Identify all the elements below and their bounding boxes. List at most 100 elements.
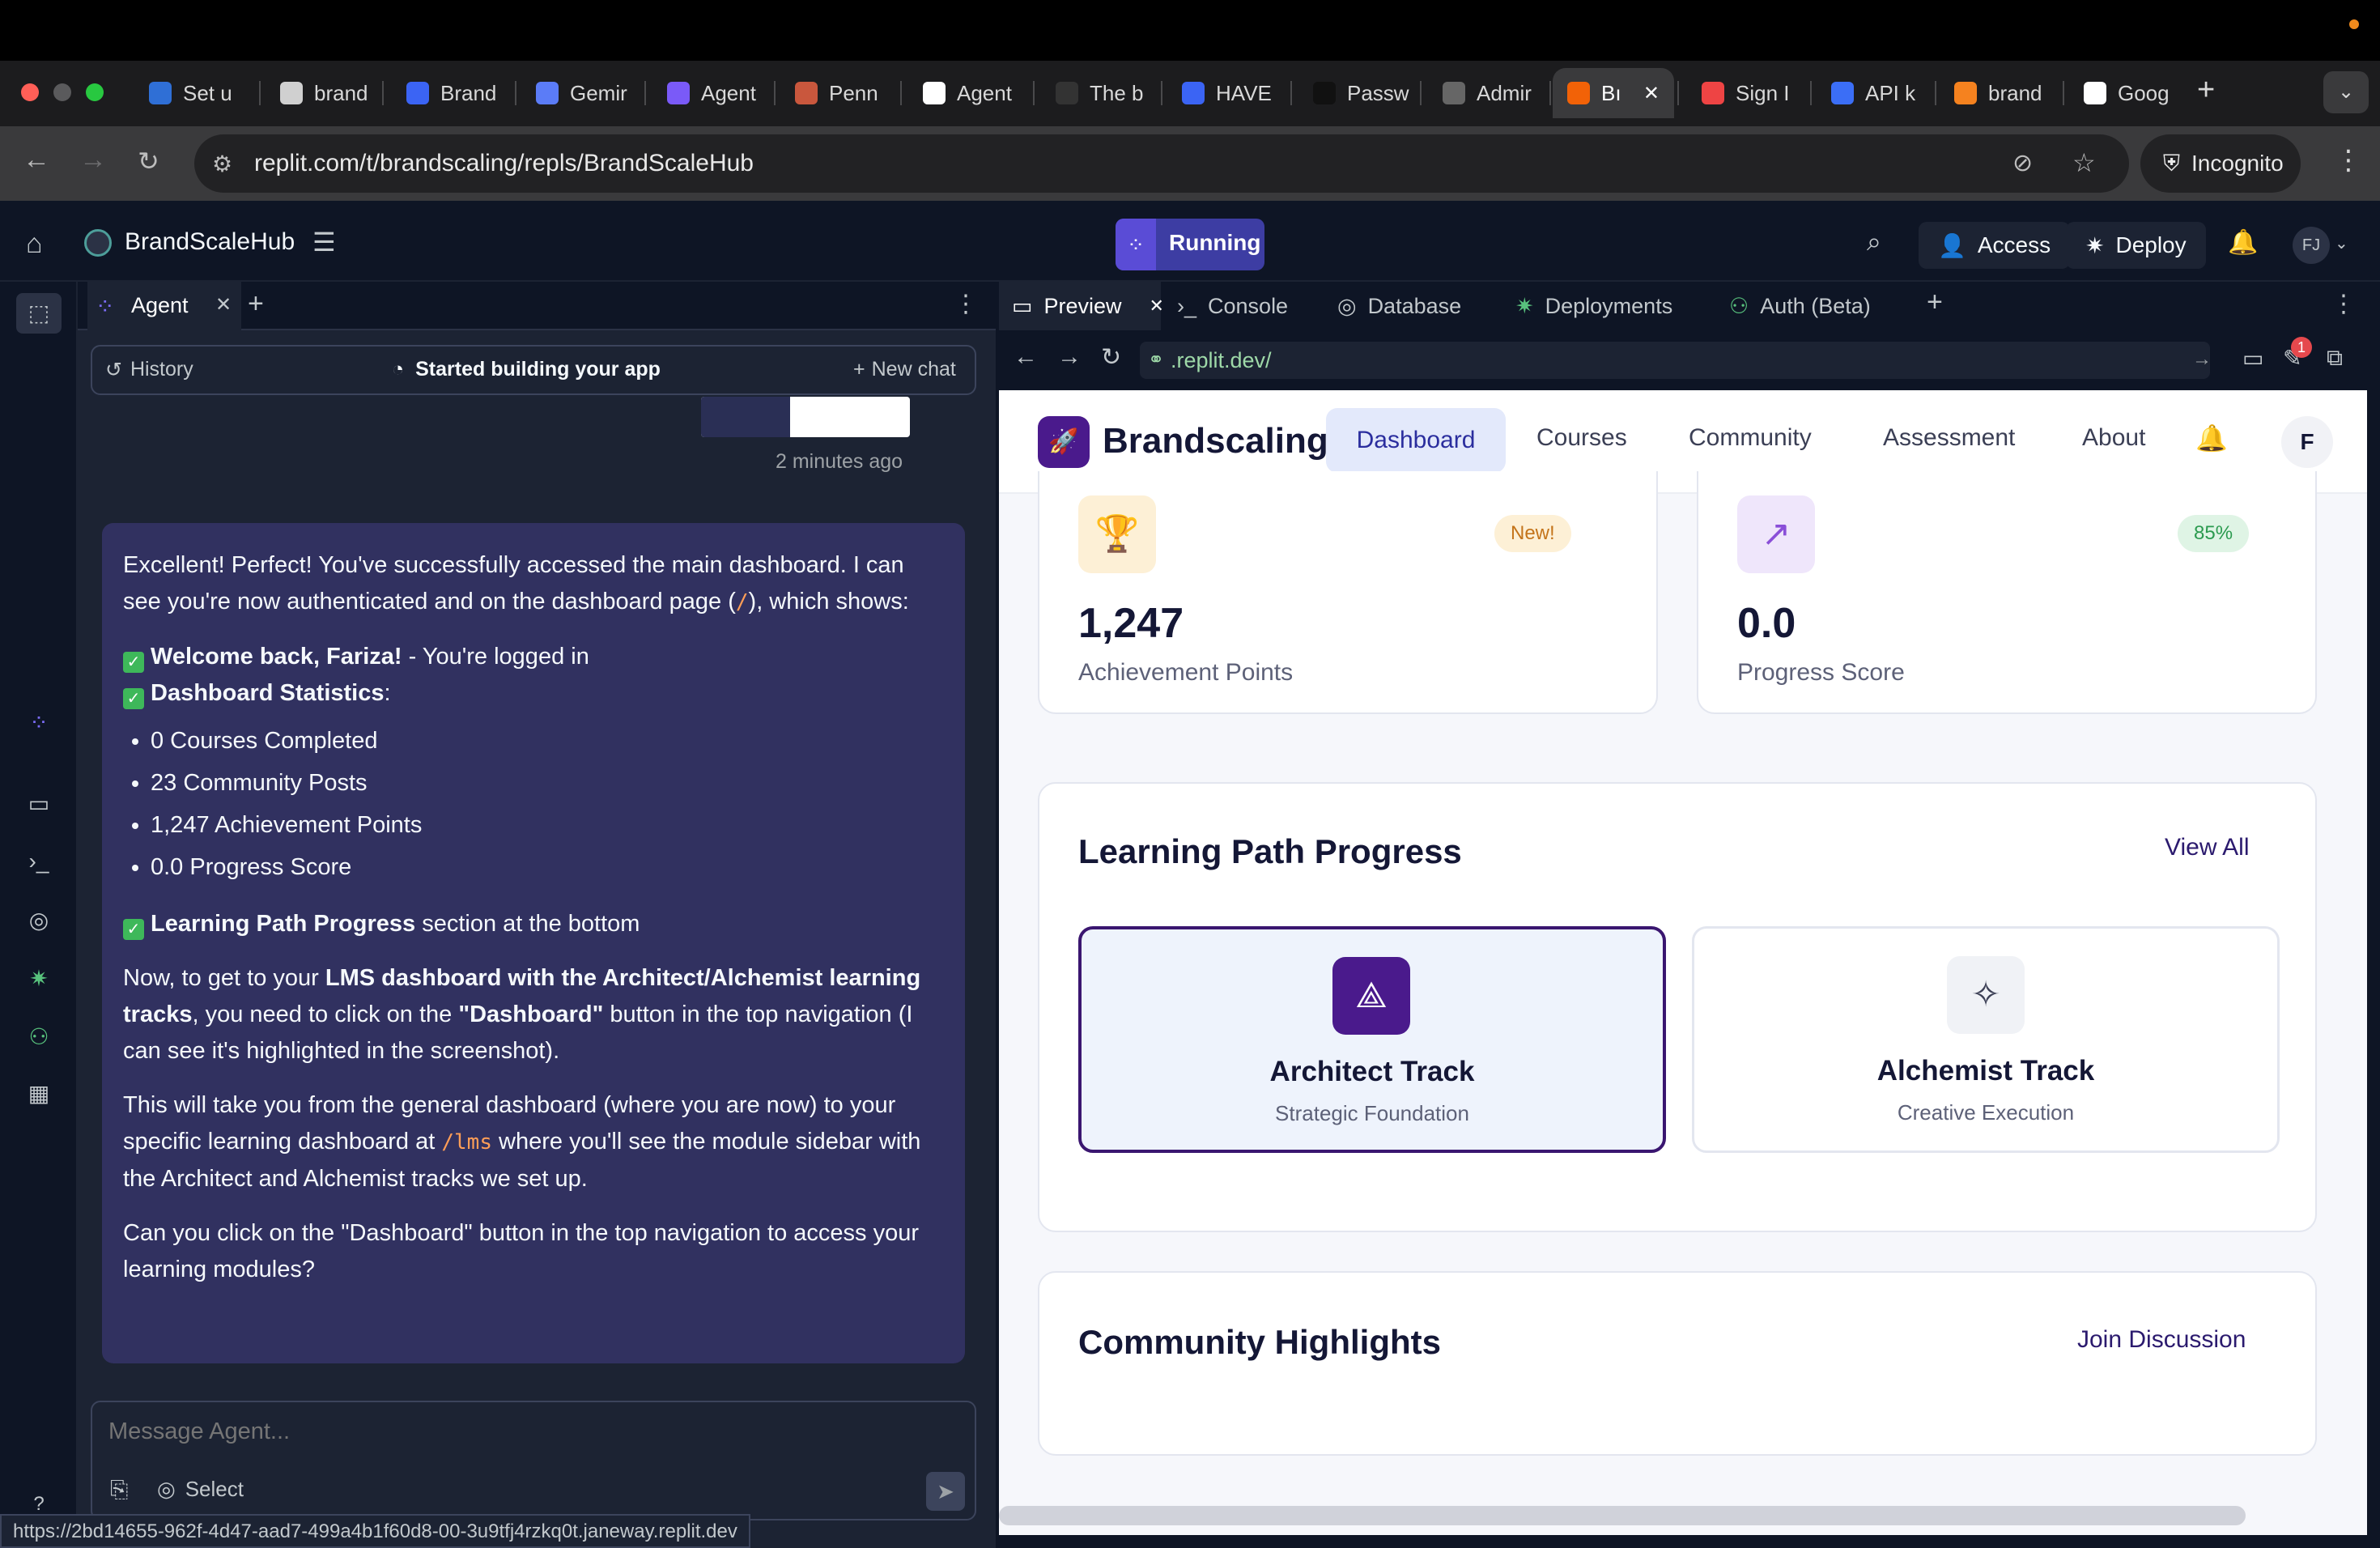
- browser-tab[interactable]: Sign I: [1687, 68, 1807, 118]
- tab-database[interactable]: ◎ Database: [1324, 282, 1474, 330]
- app-user-avatar[interactable]: F: [2281, 416, 2333, 468]
- browser-tab[interactable]: brand: [266, 68, 379, 118]
- browser-tab[interactable]: Admir: [1428, 68, 1546, 118]
- back-arrow-icon[interactable]: ←: [23, 144, 50, 176]
- send-button[interactable]: ➤: [926, 1472, 965, 1511]
- screenshot-thumbnail[interactable]: [701, 397, 910, 437]
- home-icon[interactable]: ⌂: [26, 228, 43, 260]
- tab-search-button[interactable]: ⌄: [2323, 71, 2369, 113]
- preview-reload-icon[interactable]: ↻: [1101, 343, 1121, 372]
- terminal-icon[interactable]: ›_: [24, 848, 53, 878]
- deploy-button[interactable]: ✷ Deploy: [2066, 222, 2206, 269]
- bookmark-star-icon[interactable]: ☆: [2072, 147, 2096, 178]
- upwork-icon: [1313, 82, 1336, 104]
- close-tab-icon[interactable]: ✕: [215, 293, 232, 317]
- project-name[interactable]: BrandScaleHub: [125, 228, 295, 256]
- browser-tab[interactable]: Gemir: [521, 68, 641, 118]
- replit-swirl-icon: [149, 82, 172, 104]
- chevron-down-icon[interactable]: ⌄: [2335, 233, 2348, 253]
- auth-user-icon[interactable]: ⚇: [24, 1023, 53, 1053]
- search-icon[interactable]: ⌕: [1867, 227, 1881, 257]
- browser-tab[interactable]: Passw: [1298, 68, 1417, 118]
- preview-forward-icon[interactable]: →: [1057, 343, 1082, 371]
- browser-tab[interactable]: Agent: [652, 68, 771, 118]
- globe-icon: [1443, 82, 1465, 104]
- device-icon[interactable]: ▭: [2242, 345, 2263, 372]
- tab-console[interactable]: ›_ Console: [1164, 282, 1301, 330]
- app-brand[interactable]: Brandscaling: [1103, 421, 1328, 461]
- browser-tab[interactable]: API k: [1817, 68, 1932, 118]
- blank-icon: [1056, 82, 1078, 104]
- view-all-link[interactable]: View All: [2165, 834, 2250, 861]
- agent-grid-rail-icon[interactable]: ⁘: [24, 709, 53, 738]
- monitor-icon[interactable]: ▭: [24, 790, 53, 819]
- browser-tab[interactable]: HAVE: [1167, 68, 1287, 118]
- browser-tab[interactable]: Bı ✕: [1553, 68, 1674, 118]
- go-arrow-icon[interactable]: →: [2192, 348, 2212, 371]
- select-button[interactable]: ◎ Select: [157, 1477, 244, 1502]
- preview-back-icon[interactable]: ←: [1014, 343, 1038, 371]
- minimize-window-button[interactable]: [53, 83, 71, 101]
- preview-url-field[interactable]: ⚭ .replit.dev/ →: [1140, 342, 2212, 379]
- browser-tab[interactable]: Set u: [134, 68, 256, 118]
- forward-arrow-icon[interactable]: →: [79, 144, 107, 176]
- browser-tab[interactable]: The b: [1041, 68, 1158, 118]
- new-chat-button[interactable]: + New chat: [853, 358, 956, 381]
- message-text: Now, to get to your: [123, 965, 325, 991]
- join-discussion-link[interactable]: Join Discussion: [2077, 1326, 2246, 1354]
- community-card: Community Highlights Join Discussion: [1038, 1271, 2317, 1456]
- eye-off-icon[interactable]: ⊘: [2012, 149, 2033, 177]
- site-info-icon[interactable]: ⚙: [212, 151, 232, 177]
- new-tab-button[interactable]: +: [2197, 73, 2215, 108]
- alchemist-track-card[interactable]: ✧ Alchemist Track Creative Execution: [1692, 926, 2280, 1153]
- monitor-icon: ▭: [1012, 293, 1033, 318]
- files-icon[interactable]: ☰: [312, 227, 336, 257]
- zoom-window-button[interactable]: [86, 83, 104, 101]
- tab-label: HAVE: [1216, 80, 1272, 105]
- chat-header-bar: ↺ History ◔ Started building your app + …: [91, 345, 976, 395]
- database-icon[interactable]: ◎: [24, 907, 53, 936]
- close-window-button[interactable]: [21, 83, 39, 101]
- browser-tab[interactable]: Brand: [392, 68, 512, 118]
- nav-about[interactable]: About: [2082, 424, 2145, 452]
- history-button[interactable]: ↺ History: [105, 358, 193, 382]
- agent-panel-icon[interactable]: ⬚: [16, 293, 62, 334]
- close-tab-icon[interactable]: ✕: [1643, 82, 1660, 105]
- browser-menu-icon[interactable]: ⋮: [2335, 144, 2362, 176]
- reload-icon[interactable]: ↻: [138, 146, 159, 176]
- more-icon[interactable]: ⋮: [954, 290, 978, 318]
- open-external-icon[interactable]: ⧉: [2327, 345, 2343, 372]
- browser-tab[interactable]: Agent: [908, 68, 1030, 118]
- tab-auth[interactable]: ⚇ Auth (Beta): [1716, 282, 1884, 330]
- browser-tab[interactable]: brand: [1940, 68, 2059, 118]
- terminal-icon: ›_: [1177, 293, 1197, 318]
- more-icon[interactable]: ⋮: [2331, 290, 2356, 318]
- rocket-icon[interactable]: 🚀: [1038, 416, 1090, 468]
- browser-tab[interactable]: Penn: [780, 68, 897, 118]
- attach-icon[interactable]: ⎘: [110, 1477, 128, 1503]
- bell-icon[interactable]: 🔔: [2228, 228, 2258, 257]
- architect-track-card[interactable]: ⟁ Architect Track Strategic Foundation: [1078, 926, 1666, 1153]
- tab-deployments[interactable]: ✷ Deployments: [1502, 282, 1685, 330]
- user-avatar[interactable]: FJ: [2293, 227, 2330, 264]
- message-paragraph: Excellent! Perfect! You've successfully …: [123, 547, 944, 621]
- message-input[interactable]: [108, 1412, 950, 1451]
- bell-icon[interactable]: 🔔: [2195, 423, 2228, 453]
- nav-courses[interactable]: Courses: [1536, 424, 1627, 452]
- horizontal-scrollbar[interactable]: [999, 1506, 2246, 1525]
- close-tab-icon[interactable]: ✕: [1150, 296, 1164, 317]
- nav-dashboard[interactable]: Dashboard: [1326, 408, 1506, 473]
- tab-preview[interactable]: ▭ Preview ✕: [999, 282, 1164, 330]
- browser-tab[interactable]: Goog: [2069, 68, 2182, 118]
- run-status-button[interactable]: ⁘ Running: [1116, 219, 1264, 270]
- incognito-badge[interactable]: ⛨ Incognito: [2140, 134, 2301, 193]
- access-button[interactable]: 👤 Access: [1919, 222, 2071, 269]
- nav-assessment[interactable]: Assessment: [1883, 424, 2015, 452]
- add-tab-icon[interactable]: +: [1927, 287, 1943, 318]
- add-tab-icon[interactable]: +: [248, 288, 264, 320]
- agent-tab[interactable]: ⁘ Agent ✕: [87, 282, 241, 330]
- deploy-rail-icon[interactable]: ✷: [24, 965, 53, 994]
- nav-community[interactable]: Community: [1689, 424, 1812, 452]
- apps-grid-icon[interactable]: ▦: [24, 1080, 53, 1109]
- address-bar[interactable]: ⚙ replit.com/t/brandscaling/repls/BrandS…: [194, 134, 2129, 193]
